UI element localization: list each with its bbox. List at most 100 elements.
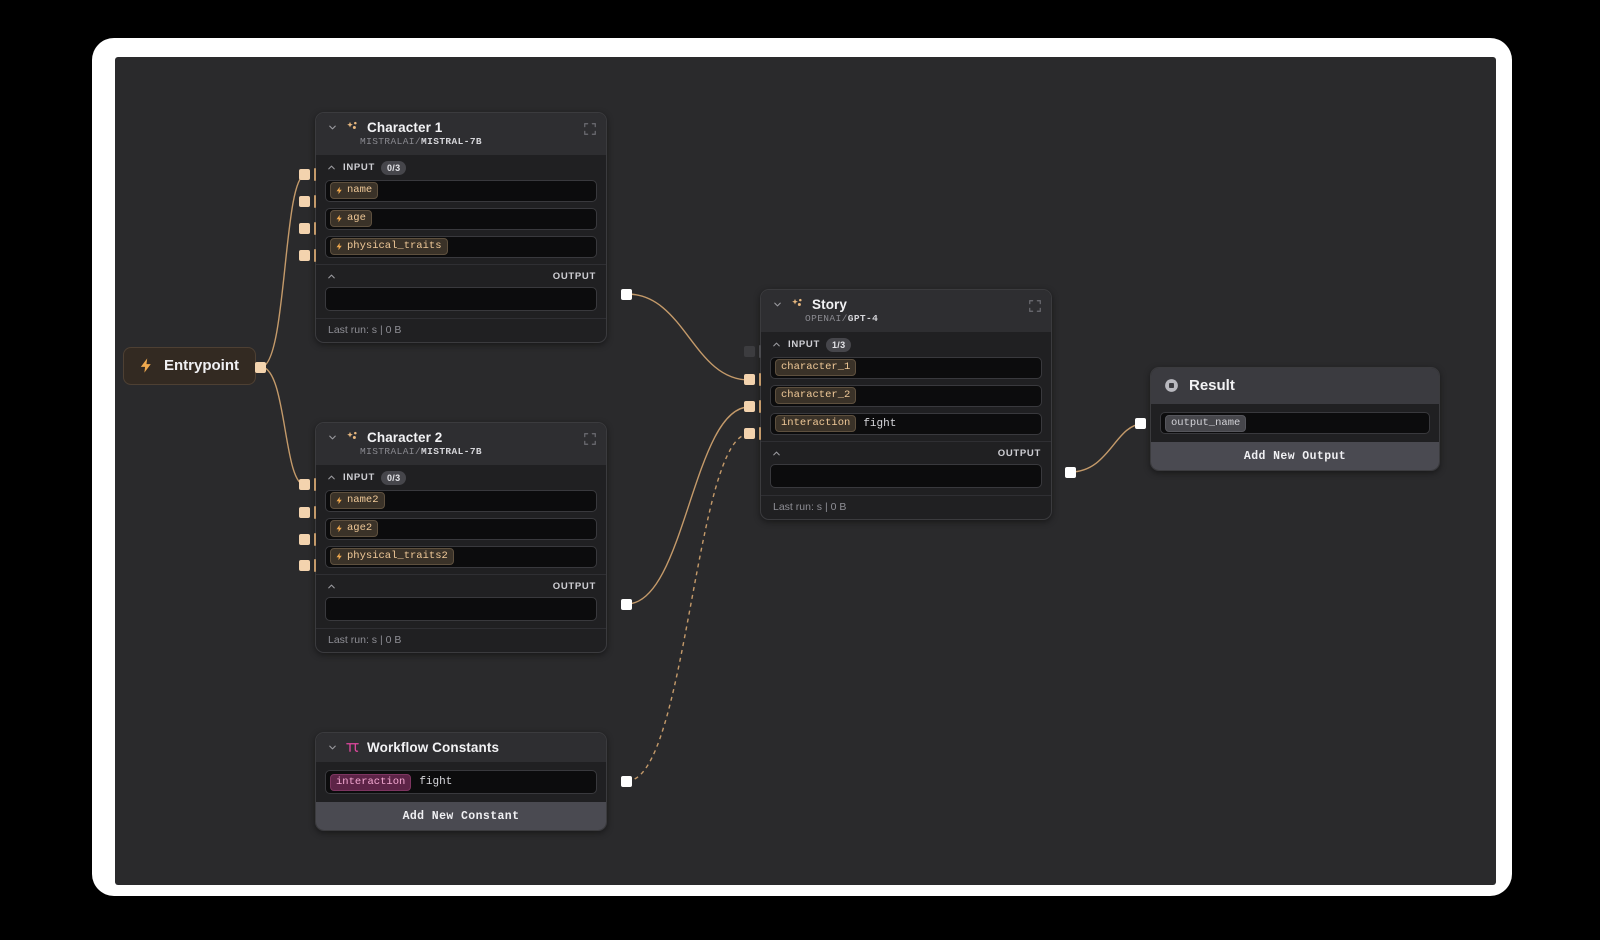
node-output-port[interactable] xyxy=(621,289,632,300)
input-field-row[interactable]: age2 xyxy=(325,517,597,540)
caret-up-icon[interactable] xyxy=(326,472,337,483)
node-story[interactable]: Story OPENAI/GPT-4 INPUT 1/3 character_1 xyxy=(760,289,1052,520)
chevron-down-icon[interactable] xyxy=(771,299,783,311)
node-header[interactable]: Character 1 MISTRALAI/MISTRAL-7B xyxy=(316,113,606,155)
output-row[interactable]: output_name xyxy=(1160,412,1430,434)
expand-icon[interactable] xyxy=(583,432,597,446)
node-header[interactable]: Result xyxy=(1151,368,1439,404)
input-label: INPUT xyxy=(343,162,375,174)
input-section-header[interactable]: INPUT 1/3 xyxy=(761,332,1051,357)
lightning-bolt-icon xyxy=(335,552,344,561)
output-label: OUTPUT xyxy=(552,580,596,592)
field-tag-label: age xyxy=(347,212,366,224)
output-section-header[interactable]: OUTPUT xyxy=(761,442,1051,464)
output-value-box[interactable] xyxy=(325,596,597,621)
model-vendor: MISTRALAI/ xyxy=(360,136,422,147)
output-section-header[interactable]: OUTPUT xyxy=(316,575,606,597)
field-tag[interactable]: name xyxy=(330,182,379,199)
field-tag[interactable]: character_1 xyxy=(775,359,857,376)
result-input-port[interactable] xyxy=(1135,418,1146,429)
field-value[interactable]: fight xyxy=(863,418,896,430)
input-section-header[interactable]: INPUT 0/3 xyxy=(316,155,606,180)
output-value-box[interactable] xyxy=(770,463,1042,488)
field-input-port[interactable] xyxy=(299,507,310,518)
output-value-box[interactable] xyxy=(325,286,597,311)
add-new-output-button[interactable]: Add New Output xyxy=(1151,442,1439,470)
field-input-port[interactable] xyxy=(744,374,755,385)
expand-icon[interactable] xyxy=(1028,299,1042,313)
constant-value[interactable]: fight xyxy=(419,776,452,788)
field-input-port[interactable] xyxy=(744,428,755,439)
field-tag-label: interaction xyxy=(781,417,851,429)
field-input-port[interactable] xyxy=(744,401,755,412)
node-output-port[interactable] xyxy=(1065,467,1076,478)
input-count-badge: 0/3 xyxy=(381,161,407,175)
constants-output-port[interactable] xyxy=(621,776,632,787)
constant-tag[interactable]: interaction xyxy=(330,773,412,791)
node-character-1[interactable]: Character 1 MISTRALAI/MISTRAL-7B INPUT 0… xyxy=(315,112,607,343)
screen: Entrypoint Character 1 MISTRALAI/MISTRAL… xyxy=(0,0,1600,940)
field-tag[interactable]: age2 xyxy=(330,520,379,537)
field-input-port[interactable] xyxy=(299,560,310,571)
node-result[interactable]: Result output_name Add New Output xyxy=(1150,367,1440,471)
field-tag[interactable]: age xyxy=(330,210,372,227)
node-workflow-constants[interactable]: Workflow Constants interaction fight Add… xyxy=(315,732,607,831)
field-tag-label: physical_traits2 xyxy=(347,550,448,562)
node-input-port[interactable] xyxy=(744,346,755,357)
input-field-row[interactable]: name2 xyxy=(325,489,597,512)
input-field-row[interactable]: physical_traits2 xyxy=(325,545,597,568)
caret-up-icon[interactable] xyxy=(771,339,782,350)
field-input-port[interactable] xyxy=(299,196,310,207)
node-model-label: OPENAI/GPT-4 xyxy=(805,313,1041,324)
input-field-row[interactable]: age xyxy=(325,207,597,230)
caret-up-icon[interactable] xyxy=(326,581,337,592)
output-section-header[interactable]: OUTPUT xyxy=(316,265,606,287)
caret-up-icon[interactable] xyxy=(771,448,782,459)
field-tag-label: physical_traits xyxy=(347,240,442,252)
input-field-row[interactable]: interaction fight xyxy=(770,412,1042,435)
input-field-row[interactable]: physical_traits xyxy=(325,235,597,258)
node-character-2[interactable]: Character 2 MISTRALAI/MISTRAL-7B INPUT 0… xyxy=(315,422,607,653)
field-tag[interactable]: interaction xyxy=(775,415,857,432)
sparkles-icon xyxy=(345,430,360,445)
workflow-canvas[interactable]: Entrypoint Character 1 MISTRALAI/MISTRAL… xyxy=(115,57,1496,885)
node-input-port[interactable] xyxy=(299,479,310,490)
field-input-port[interactable] xyxy=(299,534,310,545)
record-circle-icon xyxy=(1163,377,1180,394)
port-connector xyxy=(759,345,761,358)
entrypoint-node[interactable]: Entrypoint xyxy=(123,347,256,385)
output-label: OUTPUT xyxy=(552,270,596,282)
caret-up-icon[interactable] xyxy=(326,162,337,173)
node-header[interactable]: Workflow Constants xyxy=(316,733,606,762)
chevron-down-icon[interactable] xyxy=(326,432,338,444)
node-header[interactable]: Character 2 MISTRALAI/MISTRAL-7B xyxy=(316,423,606,465)
model-vendor: MISTRALAI/ xyxy=(360,446,422,457)
caret-up-icon[interactable] xyxy=(326,271,337,282)
node-footer-status: Last run: s | 0 B xyxy=(316,627,606,652)
field-input-port[interactable] xyxy=(299,223,310,234)
field-tag-label: age2 xyxy=(347,522,373,534)
chevron-down-icon[interactable] xyxy=(326,742,338,754)
add-new-constant-button[interactable]: Add New Constant xyxy=(316,802,606,830)
node-header[interactable]: Story OPENAI/GPT-4 xyxy=(761,290,1051,332)
expand-icon[interactable] xyxy=(583,122,597,136)
input-field-row[interactable]: character_2 xyxy=(770,384,1042,407)
constant-row[interactable]: interaction fight xyxy=(325,770,597,794)
node-output-port[interactable] xyxy=(621,599,632,610)
model-name: MISTRAL-7B xyxy=(421,136,483,147)
node-input-port[interactable] xyxy=(299,169,310,180)
field-tag[interactable]: character_2 xyxy=(775,387,857,404)
lightning-bolt-icon xyxy=(138,357,155,374)
field-tag[interactable]: physical_traits2 xyxy=(330,548,454,565)
field-tag[interactable]: physical_traits xyxy=(330,238,448,255)
field-input-port[interactable] xyxy=(299,250,310,261)
input-field-row[interactable]: character_1 xyxy=(770,356,1042,379)
node-model-label: MISTRALAI/MISTRAL-7B xyxy=(360,136,596,147)
output-tag[interactable]: output_name xyxy=(1165,414,1247,432)
input-section-header[interactable]: INPUT 0/3 xyxy=(316,465,606,490)
chevron-down-icon[interactable] xyxy=(326,122,338,134)
lightning-bolt-icon xyxy=(335,496,344,505)
input-field-row[interactable]: name xyxy=(325,179,597,202)
field-tag[interactable]: name2 xyxy=(330,492,385,509)
entrypoint-output-port[interactable] xyxy=(255,362,266,373)
